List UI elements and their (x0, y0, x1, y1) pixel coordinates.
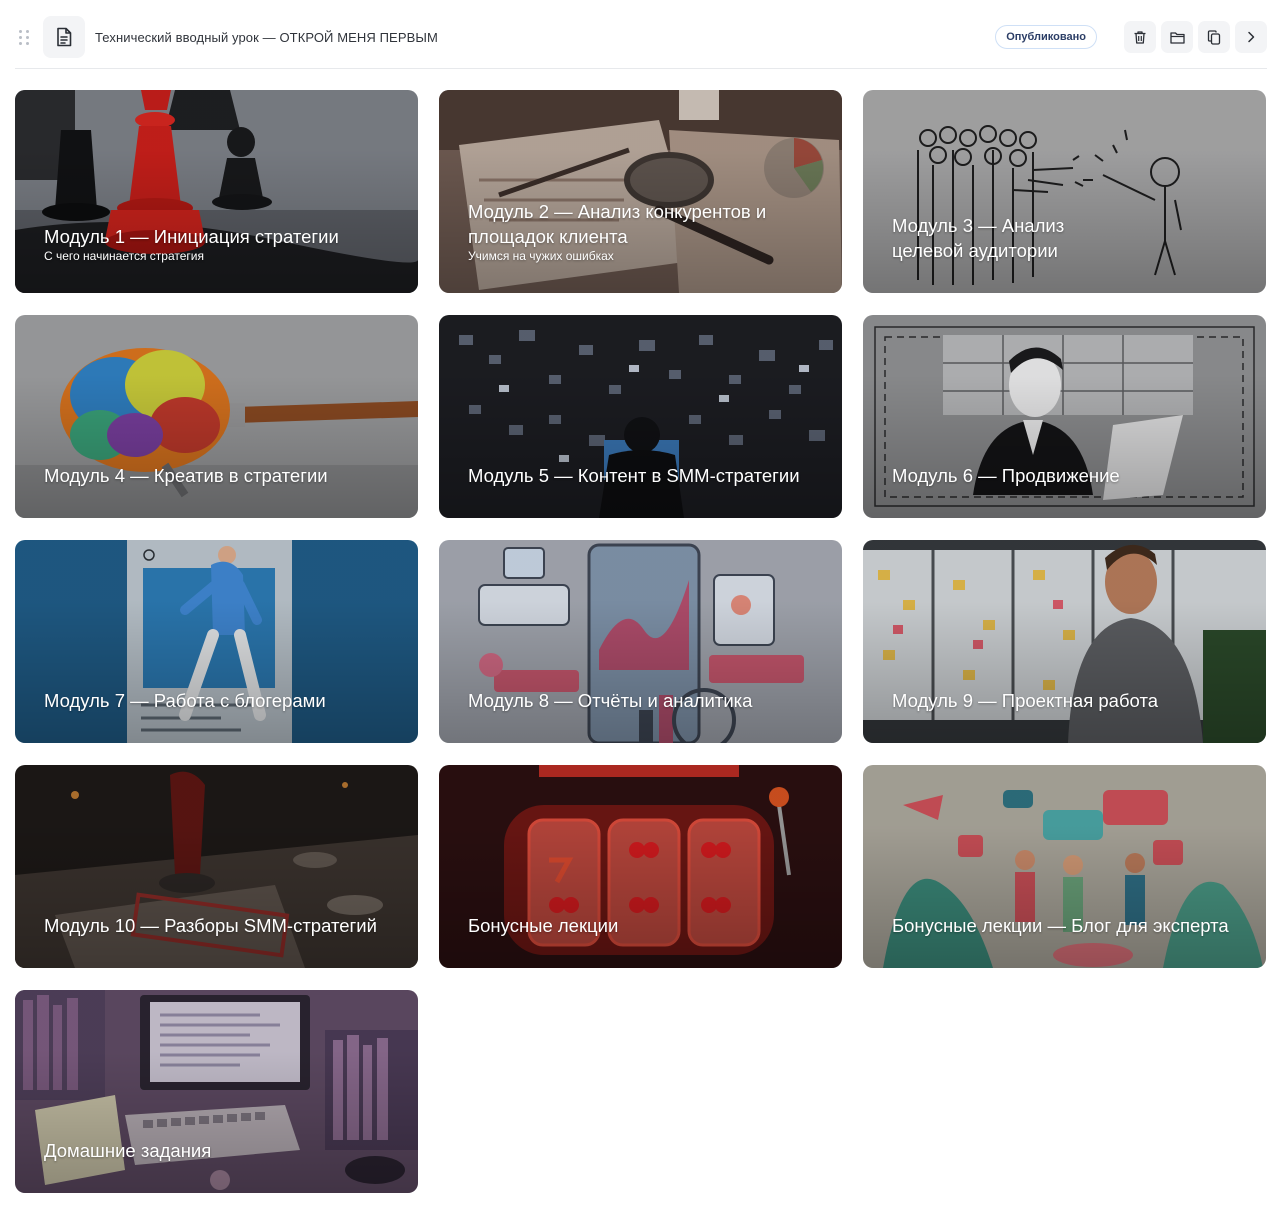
module-title: Бонусные лекции (468, 915, 619, 936)
module-card-10[interactable]: Модуль 10 — Разборы SMM-стратегий (15, 765, 418, 968)
module-title: Модуль 9 — Проектная работа (892, 690, 1158, 711)
modules-grid: Модуль 1 — Инициация стратегии С чего на… (15, 90, 1267, 1193)
module-title: Бонусные лекции — Блог для эксперта (892, 915, 1229, 936)
module-title: Модуль 3 — Анализ целевой аудитории (892, 215, 1065, 261)
module-card-6[interactable]: Модуль 6 — Продвижение (863, 315, 1266, 518)
module-card-8[interactable]: Модуль 8 — Отчёты и аналитика (439, 540, 842, 743)
module-card-bonus-blog[interactable]: Бонусные лекции — Блог для эксперта (863, 765, 1266, 968)
module-title: Модуль 8 — Отчёты и аналитика (468, 690, 753, 711)
module-title: Модуль 4 — Креатив в стратегии (44, 465, 328, 486)
module-card-2[interactable]: Модуль 2 — Анализ конкурентов и площадок… (439, 90, 842, 293)
chevron-right-icon (1248, 31, 1255, 43)
module-card-5[interactable]: Модуль 5 — Контент в SMM-стратегии (439, 315, 842, 518)
module-title: Модуль 6 — Продвижение (892, 465, 1120, 486)
module-caption: Модуль 9 — Проектная работа (892, 688, 1226, 713)
status-badge[interactable]: Опубликовано (995, 25, 1097, 49)
folder-icon (1169, 31, 1185, 44)
module-caption: Модуль 8 — Отчёты и аналитика (468, 688, 802, 713)
module-caption: Модуль 4 — Креатив в стратегии (44, 463, 378, 488)
module-title: Домашние задания (44, 1140, 212, 1161)
module-card-homework[interactable]: Домашние задания (15, 990, 418, 1193)
module-title: Модуль 5 — Контент в SMM-стратегии (468, 465, 800, 486)
module-title: Модуль 2 — Анализ конкурентов и площадок… (468, 201, 767, 247)
module-card-bonus[interactable]: Бонусные лекции (439, 765, 842, 968)
document-icon (43, 16, 85, 58)
copy-icon (1207, 29, 1221, 45)
module-caption: Модуль 2 — Анализ конкурентов и площадок… (468, 199, 802, 263)
module-caption: Модуль 7 — Работа с блогерами (44, 688, 378, 713)
module-caption: Модуль 10 — Разборы SMM-стратегий (44, 913, 378, 938)
move-to-folder-button[interactable] (1161, 21, 1193, 53)
module-caption: Бонусные лекции (468, 913, 802, 938)
module-caption: Бонусные лекции — Блог для эксперта (892, 913, 1256, 938)
trash-icon (1134, 30, 1146, 44)
module-caption: Модуль 3 — Анализ целевой аудитории (892, 213, 1226, 263)
open-lesson-button[interactable] (1235, 21, 1267, 53)
duplicate-button[interactable] (1198, 21, 1230, 53)
lesson-title[interactable]: Технический вводный урок — ОТКРОЙ МЕНЯ П… (95, 30, 438, 45)
module-subtitle: Учимся на чужих ошибках (468, 249, 614, 263)
module-card-7[interactable]: Модуль 7 — Работа с блогерами (15, 540, 418, 743)
module-card-9[interactable]: Модуль 9 — Проектная работа (863, 540, 1266, 743)
module-caption: Модуль 6 — Продвижение (892, 463, 1226, 488)
header-divider (15, 68, 1267, 69)
module-title: Модуль 7 — Работа с блогерами (44, 690, 326, 711)
module-title: Модуль 1 — Инициация стратегии (44, 226, 339, 247)
module-subtitle: С чего начинается стратегия (44, 249, 205, 263)
module-card-1[interactable]: Модуль 1 — Инициация стратегии С чего на… (15, 90, 418, 293)
module-caption: Модуль 1 — Инициация стратегии С чего на… (44, 224, 378, 263)
module-caption: Модуль 5 — Контент в SMM-стратегии (468, 463, 802, 488)
module-card-4[interactable]: Модуль 4 — Креатив в стратегии (15, 315, 418, 518)
module-card-3[interactable]: Модуль 3 — Анализ целевой аудитории (863, 90, 1266, 293)
module-caption: Домашние задания (44, 1138, 378, 1163)
module-title: Модуль 10 — Разборы SMM-стратегий (44, 915, 377, 936)
drag-handle-icon[interactable] (15, 28, 33, 46)
lesson-header: Технический вводный урок — ОТКРОЙ МЕНЯ П… (15, 15, 1267, 59)
delete-button[interactable] (1124, 21, 1156, 53)
